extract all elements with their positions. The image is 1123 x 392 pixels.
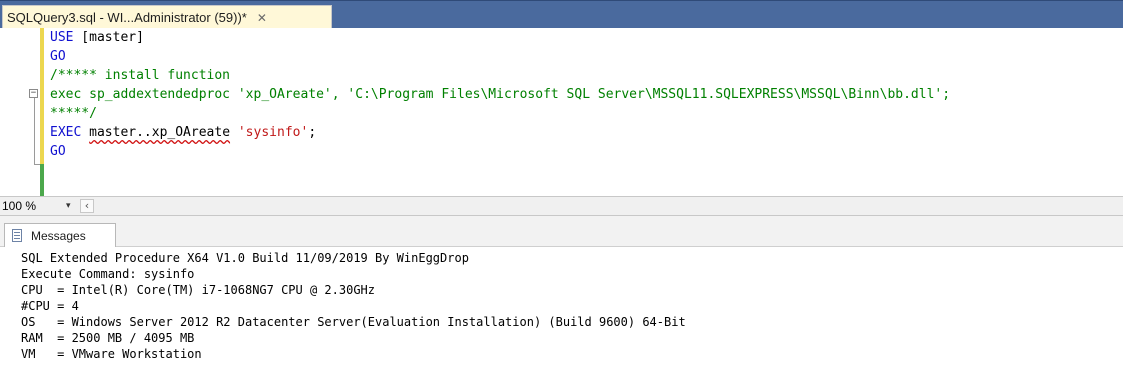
code-token: /***** install function [50,68,231,83]
document-tabstrip: SQLQuery3.sql - WI...Administrator (59))… [0,0,1123,29]
code-token: USE [50,30,74,45]
code-token: EXEC [50,125,82,140]
change-indicator-saved [40,164,44,198]
code-token: *****/ [50,106,97,121]
change-indicator-modified [40,28,44,164]
message-line: SQL Extended Procedure X64 V1.0 Build 11… [21,251,469,265]
code-line[interactable]: USE [master] [50,28,950,47]
code-line[interactable]: GO [50,142,950,161]
code-token: 'sysinfo' [237,125,309,140]
fold-line-end [34,164,40,165]
code-line[interactable]: /***** install function [50,66,950,85]
message-line: VM = VMware Workstation [21,347,202,361]
close-icon[interactable]: ✕ [257,11,267,25]
results-tabstrip: Messages [0,216,1123,247]
message-line: RAM = 2500 MB / 4095 MB [21,331,195,345]
code-token: GO [50,49,66,64]
code-token: GO [50,144,66,159]
code-token: ; [308,125,317,140]
code-line[interactable]: GO [50,47,950,66]
message-line: OS = Windows Server 2012 R2 Datacenter S… [21,315,686,329]
zoom-level[interactable]: 100 % [2,198,36,214]
code-token: exec sp_addextendedproc 'xp_OAreate', 'C… [50,87,951,102]
message-line: Execute Command: sysinfo [21,267,195,281]
query-tab-title: SQLQuery3.sql - WI...Administrator (59))… [7,10,247,25]
code-line[interactable]: EXEC master..xp_OAreate 'sysinfo'; [50,123,950,142]
code-line[interactable]: exec sp_addextendedproc 'xp_OAreate', 'C… [50,85,950,104]
scroll-left-button[interactable]: ‹ [80,199,94,213]
query-tab[interactable]: SQLQuery3.sql - WI...Administrator (59))… [2,5,332,29]
chevron-down-icon[interactable]: ▾ [66,198,71,214]
collapse-icon[interactable]: − [29,89,38,98]
messages-output: SQL Extended Procedure X64 V1.0 Build 11… [21,250,686,362]
code-token: master..xp_OAreate [89,125,231,140]
code-line[interactable]: *****/ [50,104,950,123]
code-area[interactable]: USE [master] GO /***** install function exe… [50,28,950,161]
tab-messages[interactable]: Messages [4,223,116,247]
message-line: #CPU = 4 [21,299,79,313]
messages-icon [11,228,25,243]
query-editor[interactable]: − USE [master] GO /***** install function e… [0,28,1123,198]
message-line: CPU = Intel(R) Core(TM) i7-1068NG7 CPU @… [21,283,376,297]
tab-messages-label: Messages [31,228,86,243]
editor-status-strip: 100 % ▾ ‹ [0,196,1123,216]
fold-line [34,94,35,164]
code-token: [master] [73,30,144,45]
